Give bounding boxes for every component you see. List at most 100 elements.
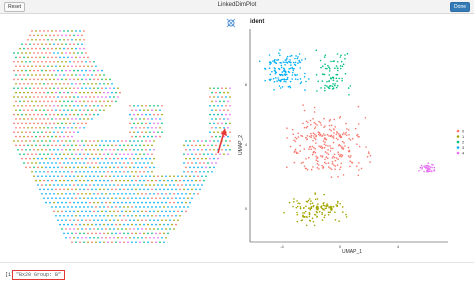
spatial-plot[interactable] bbox=[4, 15, 238, 258]
spatial-spot bbox=[185, 201, 187, 204]
spatial-spot bbox=[65, 201, 67, 204]
spatial-spot bbox=[89, 148, 91, 151]
spatial-spot bbox=[55, 74, 57, 76]
y-tick-label: 8 bbox=[245, 82, 248, 87]
spatial-spot bbox=[135, 109, 137, 112]
spatial-spot bbox=[209, 131, 211, 134]
spatial-spot bbox=[53, 122, 55, 125]
lasso-tool-icon[interactable] bbox=[226, 18, 236, 28]
spatial-spot bbox=[27, 135, 29, 138]
umap-point bbox=[300, 81, 303, 83]
spatial-spot bbox=[173, 175, 175, 178]
spatial-spot bbox=[27, 38, 29, 41]
spatial-spot bbox=[29, 104, 31, 107]
spatial-spot bbox=[43, 82, 45, 85]
spatial-spot bbox=[29, 96, 31, 98]
spatial-spot bbox=[71, 109, 73, 112]
spatial-spot bbox=[97, 96, 99, 98]
spatial-spot bbox=[63, 82, 65, 85]
umap-point bbox=[293, 139, 295, 141]
spatial-spot bbox=[79, 82, 81, 85]
umap-point bbox=[303, 165, 306, 168]
umap-point bbox=[284, 64, 286, 66]
spatial-spot bbox=[63, 162, 65, 164]
spatial-spot bbox=[65, 236, 67, 239]
spatial-spot bbox=[23, 162, 25, 164]
spatial-plot-panel[interactable] bbox=[4, 15, 238, 258]
spatial-spot bbox=[35, 118, 37, 120]
umap-point bbox=[336, 202, 339, 204]
spatial-spot bbox=[71, 241, 73, 244]
spatial-spot bbox=[217, 157, 219, 160]
umap-point bbox=[326, 203, 329, 205]
spatial-spot bbox=[127, 170, 129, 173]
spatial-spot bbox=[39, 91, 41, 94]
umap-point bbox=[310, 206, 313, 208]
spatial-spot bbox=[89, 157, 91, 160]
spatial-spot bbox=[75, 144, 77, 147]
umap-point bbox=[347, 87, 350, 89]
spatial-spot bbox=[41, 34, 43, 37]
spatial-spot bbox=[113, 175, 115, 178]
spatial-spot bbox=[47, 118, 49, 120]
spatial-spot bbox=[19, 126, 21, 129]
spatial-spot bbox=[21, 96, 23, 98]
spatial-spot bbox=[49, 104, 51, 107]
spatial-spot bbox=[199, 188, 201, 191]
spatial-spot bbox=[95, 82, 97, 85]
spatial-spot bbox=[19, 91, 21, 94]
umap-point bbox=[321, 134, 324, 137]
spatial-spot bbox=[95, 179, 97, 182]
spatial-spot bbox=[107, 179, 109, 182]
spatial-spot bbox=[27, 118, 29, 120]
umap-point bbox=[304, 72, 306, 75]
spatial-spot bbox=[137, 201, 139, 204]
spatial-spot bbox=[73, 184, 75, 186]
spatial-spot bbox=[141, 210, 143, 213]
spatial-spot bbox=[133, 157, 135, 160]
spatial-spot bbox=[19, 144, 21, 147]
umap-point bbox=[275, 77, 277, 79]
umap-point bbox=[330, 176, 333, 178]
spatial-spot bbox=[217, 113, 219, 116]
spatial-spot bbox=[203, 170, 205, 173]
spatial-spot bbox=[41, 192, 43, 195]
spatial-spot bbox=[101, 78, 103, 81]
umap-point bbox=[289, 86, 292, 89]
spatial-spot bbox=[89, 166, 91, 169]
umap-point bbox=[334, 84, 336, 87]
spatial-spot bbox=[91, 82, 93, 85]
spatial-spot bbox=[99, 109, 101, 112]
spatial-spot bbox=[143, 170, 145, 173]
spatial-spot bbox=[207, 144, 209, 147]
spatial-spot bbox=[147, 232, 149, 235]
spatial-spot bbox=[193, 184, 195, 186]
spatial-spot bbox=[111, 162, 113, 164]
umap-point bbox=[369, 161, 371, 163]
spatial-spot bbox=[101, 228, 103, 230]
spatial-spot bbox=[29, 52, 31, 54]
done-button[interactable]: Done bbox=[450, 2, 470, 12]
spatial-spot bbox=[143, 241, 145, 244]
spatial-spot bbox=[83, 197, 85, 200]
spatial-spot bbox=[77, 104, 79, 107]
umap-point bbox=[302, 122, 304, 125]
umap-point bbox=[327, 153, 330, 155]
spatial-spot bbox=[75, 118, 77, 120]
spatial-spot bbox=[57, 96, 59, 98]
umap-point bbox=[341, 154, 344, 157]
umap-point bbox=[288, 60, 290, 63]
umap-point bbox=[274, 68, 276, 70]
spatial-spot bbox=[193, 175, 195, 178]
spatial-spot bbox=[201, 148, 203, 151]
spatial-spot bbox=[89, 192, 91, 195]
spatial-spot bbox=[133, 228, 135, 230]
spatial-spot bbox=[59, 179, 61, 182]
spatial-spot bbox=[83, 118, 85, 120]
spatial-spot bbox=[211, 135, 213, 138]
spatial-spot bbox=[145, 148, 147, 151]
spatial-spot bbox=[93, 69, 95, 72]
spatial-spot bbox=[83, 206, 85, 208]
spatial-spot bbox=[75, 30, 77, 32]
spatial-spot bbox=[143, 162, 145, 164]
